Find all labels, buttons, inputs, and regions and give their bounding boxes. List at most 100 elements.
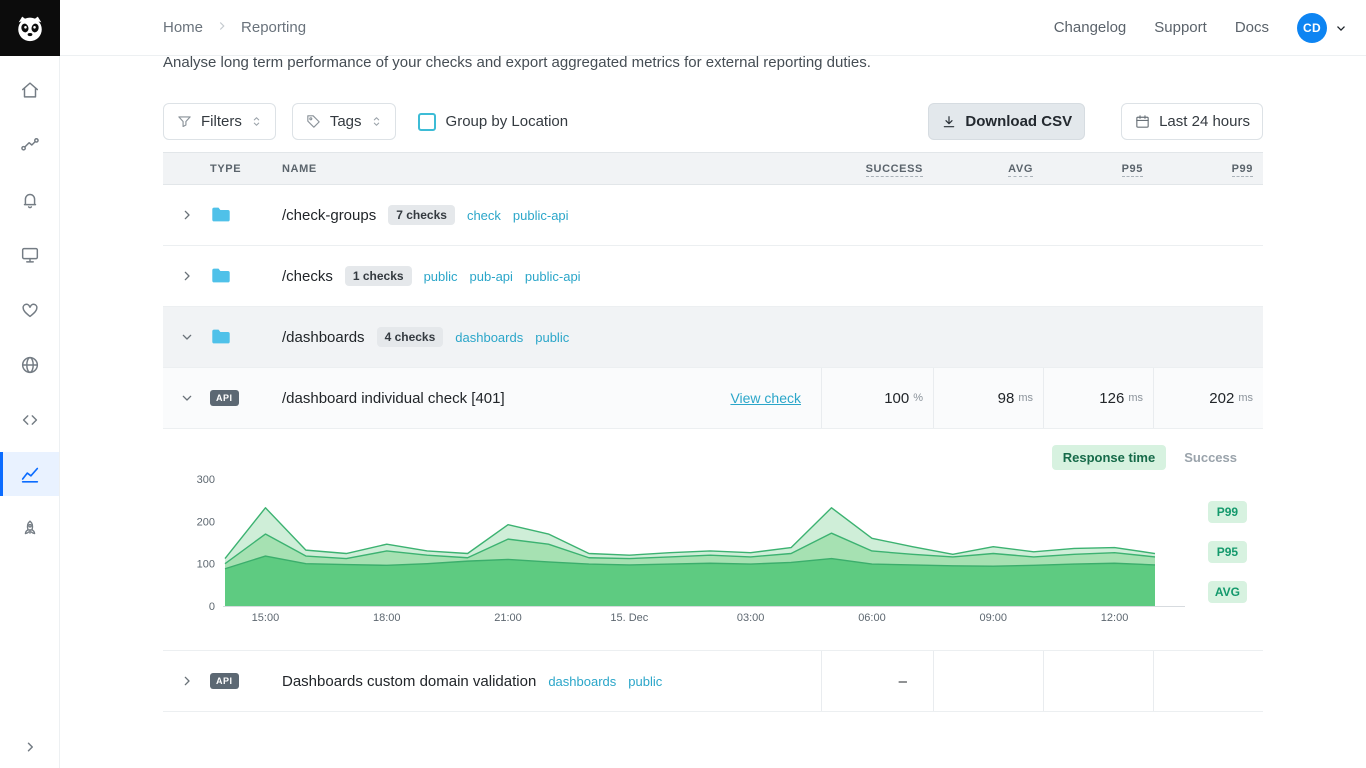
chevron-down-icon xyxy=(1334,21,1348,35)
tag-link[interactable]: public xyxy=(424,269,458,284)
tag-link[interactable]: pub-api xyxy=(470,269,513,284)
breadcrumb: Home Reporting xyxy=(163,19,306,37)
group-name: /checks xyxy=(282,268,333,285)
expand-toggle[interactable] xyxy=(163,673,210,689)
table-header: Type Name Success AVG P95 P99 xyxy=(163,152,1263,185)
avg-cell xyxy=(933,651,1043,711)
date-range-button[interactable]: Last 24 hours xyxy=(1121,103,1263,140)
group-name: /check-groups xyxy=(282,207,376,224)
avg-unit: ms xyxy=(1018,392,1033,404)
sidebar-item-checks[interactable] xyxy=(0,117,59,172)
sidebar-item-private-locations[interactable] xyxy=(0,337,59,392)
calendar-icon xyxy=(1134,113,1151,130)
header-success[interactable]: Success xyxy=(866,163,923,177)
tags-label: Tags xyxy=(330,113,362,130)
legend-success[interactable]: Success xyxy=(1184,450,1237,465)
tag-link[interactable]: dashboards xyxy=(548,674,616,689)
check-name: /dashboard individual check [401] xyxy=(282,390,505,407)
breadcrumb-reporting[interactable]: Reporting xyxy=(241,19,306,36)
header-avg[interactable]: AVG xyxy=(1008,163,1033,177)
table-row-custom-domain-validation[interactable]: API Dashboards custom domain validation … xyxy=(163,651,1263,712)
svg-text:100: 100 xyxy=(197,559,215,571)
p95-badge: P95 xyxy=(1208,541,1247,563)
toolbar-right: Download CSV Last 24 hours xyxy=(928,103,1263,140)
header-p95[interactable]: P95 xyxy=(1122,163,1143,177)
sidebar-item-launch[interactable] xyxy=(0,501,59,556)
table-row-checks[interactable]: /checks 1 checks public pub-api public-a… xyxy=(163,246,1263,307)
avatar[interactable]: CD xyxy=(1297,13,1327,43)
collapse-toggle[interactable] xyxy=(163,390,210,406)
docs-link[interactable]: Docs xyxy=(1235,19,1269,36)
alerts-bell-icon xyxy=(19,189,41,211)
download-csv-button[interactable]: Download CSV xyxy=(928,103,1085,140)
check-type-badge: API xyxy=(210,673,239,689)
sidebar-item-alerts[interactable] xyxy=(0,172,59,227)
support-link[interactable]: Support xyxy=(1154,19,1207,36)
changelog-link[interactable]: Changelog xyxy=(1054,19,1127,36)
breadcrumb-home[interactable]: Home xyxy=(163,19,203,36)
table-row-check-groups[interactable]: /check-groups 7 checks check public-api xyxy=(163,185,1263,246)
response-time-chart: 010020030015:0018:0021:0015. Dec03:0006:… xyxy=(163,469,1223,629)
breadcrumb-separator-icon xyxy=(215,19,229,37)
p99-cell: 202ms xyxy=(1153,368,1263,428)
check-name: Dashboards custom domain validation xyxy=(282,673,536,690)
sidebar xyxy=(0,56,60,768)
filters-dropdown[interactable]: Filters xyxy=(163,103,276,140)
p95-unit: ms xyxy=(1128,392,1143,404)
svg-text:21:00: 21:00 xyxy=(494,612,522,624)
tag-link[interactable]: dashboards xyxy=(455,330,523,345)
sort-arrows-icon xyxy=(250,115,263,128)
p95-value: 126 xyxy=(1099,390,1124,407)
legend-response-time[interactable]: Response time xyxy=(1052,445,1166,470)
header-type: Type xyxy=(210,163,282,175)
raccoon-logo-icon xyxy=(13,11,47,45)
collapse-toggle[interactable] xyxy=(163,329,210,345)
tag-link[interactable]: check xyxy=(467,208,501,223)
expand-toggle[interactable] xyxy=(163,207,210,223)
account-menu[interactable]: CD xyxy=(1297,13,1348,43)
locations-globe-icon xyxy=(19,354,41,376)
download-icon xyxy=(941,114,957,130)
group-by-location-option[interactable]: Group by Location xyxy=(418,113,569,131)
reporting-table: Type Name Success AVG P95 P99 /check-gro… xyxy=(163,152,1263,712)
svg-text:15:00: 15:00 xyxy=(252,612,280,624)
date-range-label: Last 24 hours xyxy=(1159,113,1250,130)
svg-text:200: 200 xyxy=(197,516,215,528)
group-by-location-checkbox[interactable] xyxy=(418,113,436,131)
sidebar-collapse-button[interactable] xyxy=(0,738,59,756)
header-p99[interactable]: P99 xyxy=(1232,163,1253,177)
svg-text:09:00: 09:00 xyxy=(979,612,1007,624)
tag-link[interactable]: public-api xyxy=(513,208,569,223)
tag-link[interactable]: public-api xyxy=(525,269,581,284)
avg-badge: AVG xyxy=(1208,581,1247,603)
svg-text:12:00: 12:00 xyxy=(1101,612,1129,624)
main-content: Reporting Analyse long term performance … xyxy=(60,0,1366,712)
sidebar-item-reporting[interactable] xyxy=(0,452,59,496)
sidebar-item-api[interactable] xyxy=(0,392,59,447)
success-unit: % xyxy=(913,392,923,404)
group-name: /dashboards xyxy=(282,329,365,346)
api-code-icon xyxy=(19,409,41,431)
table-row-dashboards[interactable]: /dashboards 4 checks dashboards public xyxy=(163,307,1263,368)
group-by-location-label: Group by Location xyxy=(446,113,569,130)
view-check-link[interactable]: View check xyxy=(730,390,821,406)
sidebar-item-home[interactable] xyxy=(0,62,59,117)
p99-badge: P99 xyxy=(1208,501,1247,523)
sidebar-item-status[interactable] xyxy=(0,282,59,337)
chevron-right-icon xyxy=(179,268,195,284)
svg-text:18:00: 18:00 xyxy=(373,612,401,624)
app-logo[interactable] xyxy=(0,0,60,56)
sidebar-item-dashboards[interactable] xyxy=(0,227,59,282)
percentile-badges: P99 P95 AVG xyxy=(1208,501,1247,603)
tag-link[interactable]: public xyxy=(628,674,662,689)
table-row-dashboard-individual-check[interactable]: API /dashboard individual check [401] Vi… xyxy=(163,368,1263,429)
expand-toggle[interactable] xyxy=(163,268,210,284)
tags-dropdown[interactable]: Tags xyxy=(292,103,396,140)
p99-value: 202 xyxy=(1209,390,1234,407)
chevron-right-icon xyxy=(179,673,195,689)
svg-text:300: 300 xyxy=(197,474,215,486)
checks-icon xyxy=(19,134,41,156)
tag-link[interactable]: public xyxy=(535,330,569,345)
filters-label: Filters xyxy=(201,113,242,130)
chevron-down-icon xyxy=(179,329,195,345)
